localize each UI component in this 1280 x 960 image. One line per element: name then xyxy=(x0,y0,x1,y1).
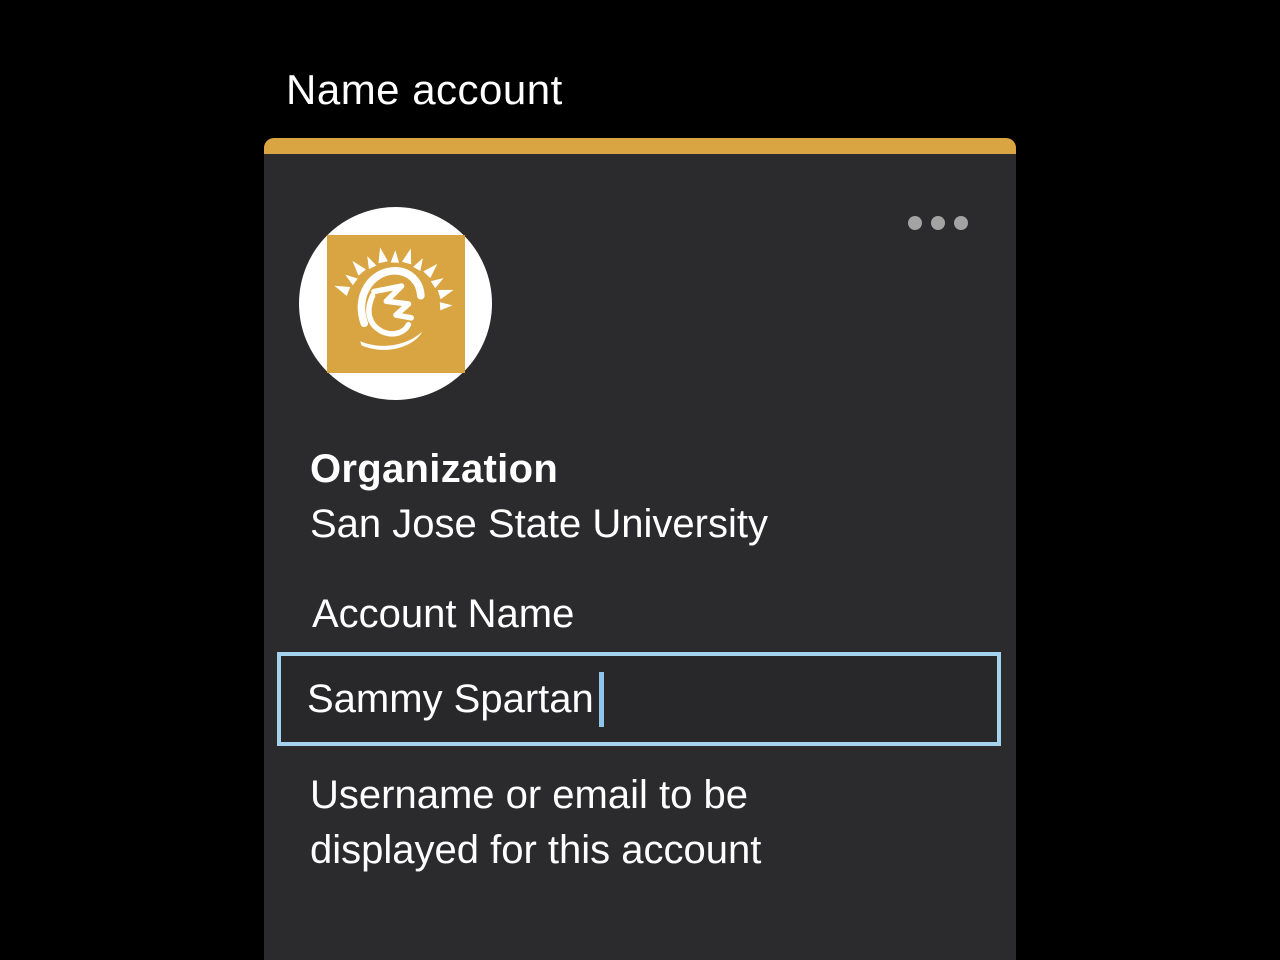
ellipsis-dot xyxy=(954,216,968,230)
account-name-input[interactable]: Sammy Spartan xyxy=(277,652,1001,746)
organization-value: San Jose State University xyxy=(310,497,768,552)
name-account-card: Organization San Jose State University A… xyxy=(264,138,1016,960)
text-caret xyxy=(599,672,604,727)
avatar xyxy=(299,207,492,400)
card-accent-bar xyxy=(264,138,1016,154)
organization-label: Organization xyxy=(310,442,768,497)
account-name-value: Sammy Spartan xyxy=(307,677,594,722)
ellipsis-dot xyxy=(931,216,945,230)
account-name-helper-text: Username or email to be displayed for th… xyxy=(310,768,870,878)
page-title: Name account xyxy=(286,66,563,114)
ellipsis-dot xyxy=(908,216,922,230)
account-name-label: Account Name xyxy=(312,592,574,637)
sjsu-spartan-logo-icon xyxy=(327,235,465,373)
ellipsis-menu-icon[interactable] xyxy=(904,212,972,234)
